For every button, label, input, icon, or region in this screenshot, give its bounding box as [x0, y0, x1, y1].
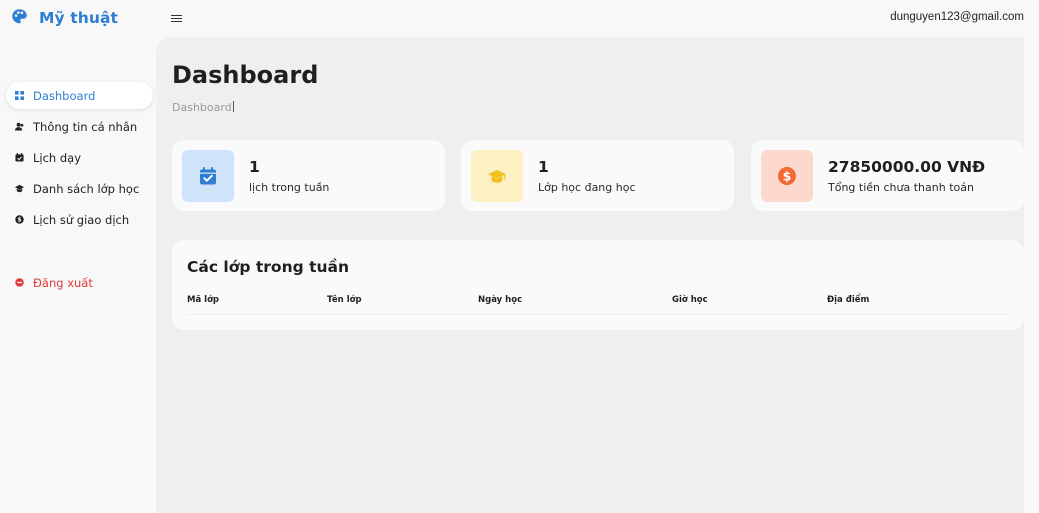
- svg-text:$: $: [17, 218, 21, 224]
- weekly-schedule-card[interactable]: 1 lịch trong tuần: [172, 140, 445, 211]
- logout-button[interactable]: Đăng xuất: [6, 269, 153, 296]
- calendar-icon: [15, 153, 24, 162]
- sidebar-item-transactions[interactable]: $ Lịch sử giao dịch: [6, 206, 153, 233]
- page-title: Dashboard: [172, 61, 319, 89]
- sidebar-item-label: Danh sách lớp học: [33, 181, 140, 196]
- sidebar: Dashboard Thông tin cá nhân Lịch dạy Dan…: [0, 37, 156, 513]
- column-header-time[interactable]: Giờ học: [672, 295, 708, 305]
- column-header-location[interactable]: Địa điểm: [827, 295, 869, 305]
- sidebar-item-dashboard[interactable]: Dashboard: [6, 82, 153, 109]
- top-bar: Mỹ thuật dunguyen123@gmail.com: [0, 0, 1039, 37]
- sidebar-item-schedule[interactable]: Lịch dạy: [6, 144, 153, 171]
- right-gutter: [1024, 37, 1039, 513]
- sidebar-item-label: Dashboard: [33, 88, 96, 103]
- calendar-check-icon: [182, 150, 234, 202]
- card-label: Tổng tiền chưa thanh toán: [828, 181, 974, 194]
- unpaid-total-card[interactable]: $ 27850000.00 VNĐ Tổng tiền chưa thanh t…: [751, 140, 1024, 211]
- column-header-class-name[interactable]: Tên lớp: [327, 295, 362, 305]
- column-header-class-code[interactable]: Mã lớp: [187, 295, 219, 305]
- main-content: Dashboard Dashboard 1 lịch trong tuần 1 …: [156, 37, 1024, 513]
- card-value: 27850000.00 VNĐ: [828, 158, 986, 176]
- sidebar-item-label: Thông tin cá nhân: [33, 119, 138, 134]
- logout-icon: [15, 278, 24, 287]
- user-email[interactable]: dunguyen123@gmail.com: [890, 11, 1024, 23]
- column-header-date[interactable]: Ngày học: [478, 295, 522, 305]
- brand-logo[interactable]: Mỹ thuật: [11, 8, 118, 28]
- table-title: Các lớp trong tuần: [187, 258, 350, 276]
- sidebar-item-profile[interactable]: Thông tin cá nhân: [6, 113, 153, 140]
- dollar-circle-icon: $: [761, 150, 813, 202]
- user-icon: [15, 122, 24, 131]
- sidebar-item-label: Lịch dạy: [33, 150, 82, 165]
- graduation-cap-icon: [15, 184, 24, 193]
- breadcrumb: Dashboard: [172, 101, 234, 114]
- palette-icon: [11, 8, 28, 29]
- weekly-classes-table: Các lớp trong tuần Mã lớp Tên lớp Ngày h…: [172, 240, 1024, 330]
- enrolled-classes-card[interactable]: 1 Lớp học đang học: [461, 140, 734, 211]
- card-label: lịch trong tuần: [249, 181, 330, 194]
- graduation-cap-icon: [471, 150, 523, 202]
- card-value: 1: [249, 158, 260, 176]
- sidebar-item-classes[interactable]: Danh sách lớp học: [6, 175, 153, 202]
- card-label: Lớp học đang học: [538, 181, 636, 194]
- brand-name: Mỹ thuật: [39, 9, 119, 27]
- logout-label: Đăng xuất: [33, 275, 93, 290]
- hamburger-icon[interactable]: [171, 13, 182, 24]
- table-divider: [187, 314, 1009, 315]
- grid-icon: [15, 91, 24, 100]
- breadcrumb-item[interactable]: Dashboard: [172, 101, 232, 114]
- dollar-circle-icon: $: [15, 215, 24, 224]
- sidebar-item-label: Lịch sử giao dịch: [33, 212, 130, 227]
- card-value: 1: [538, 158, 549, 176]
- svg-text:$: $: [783, 169, 792, 184]
